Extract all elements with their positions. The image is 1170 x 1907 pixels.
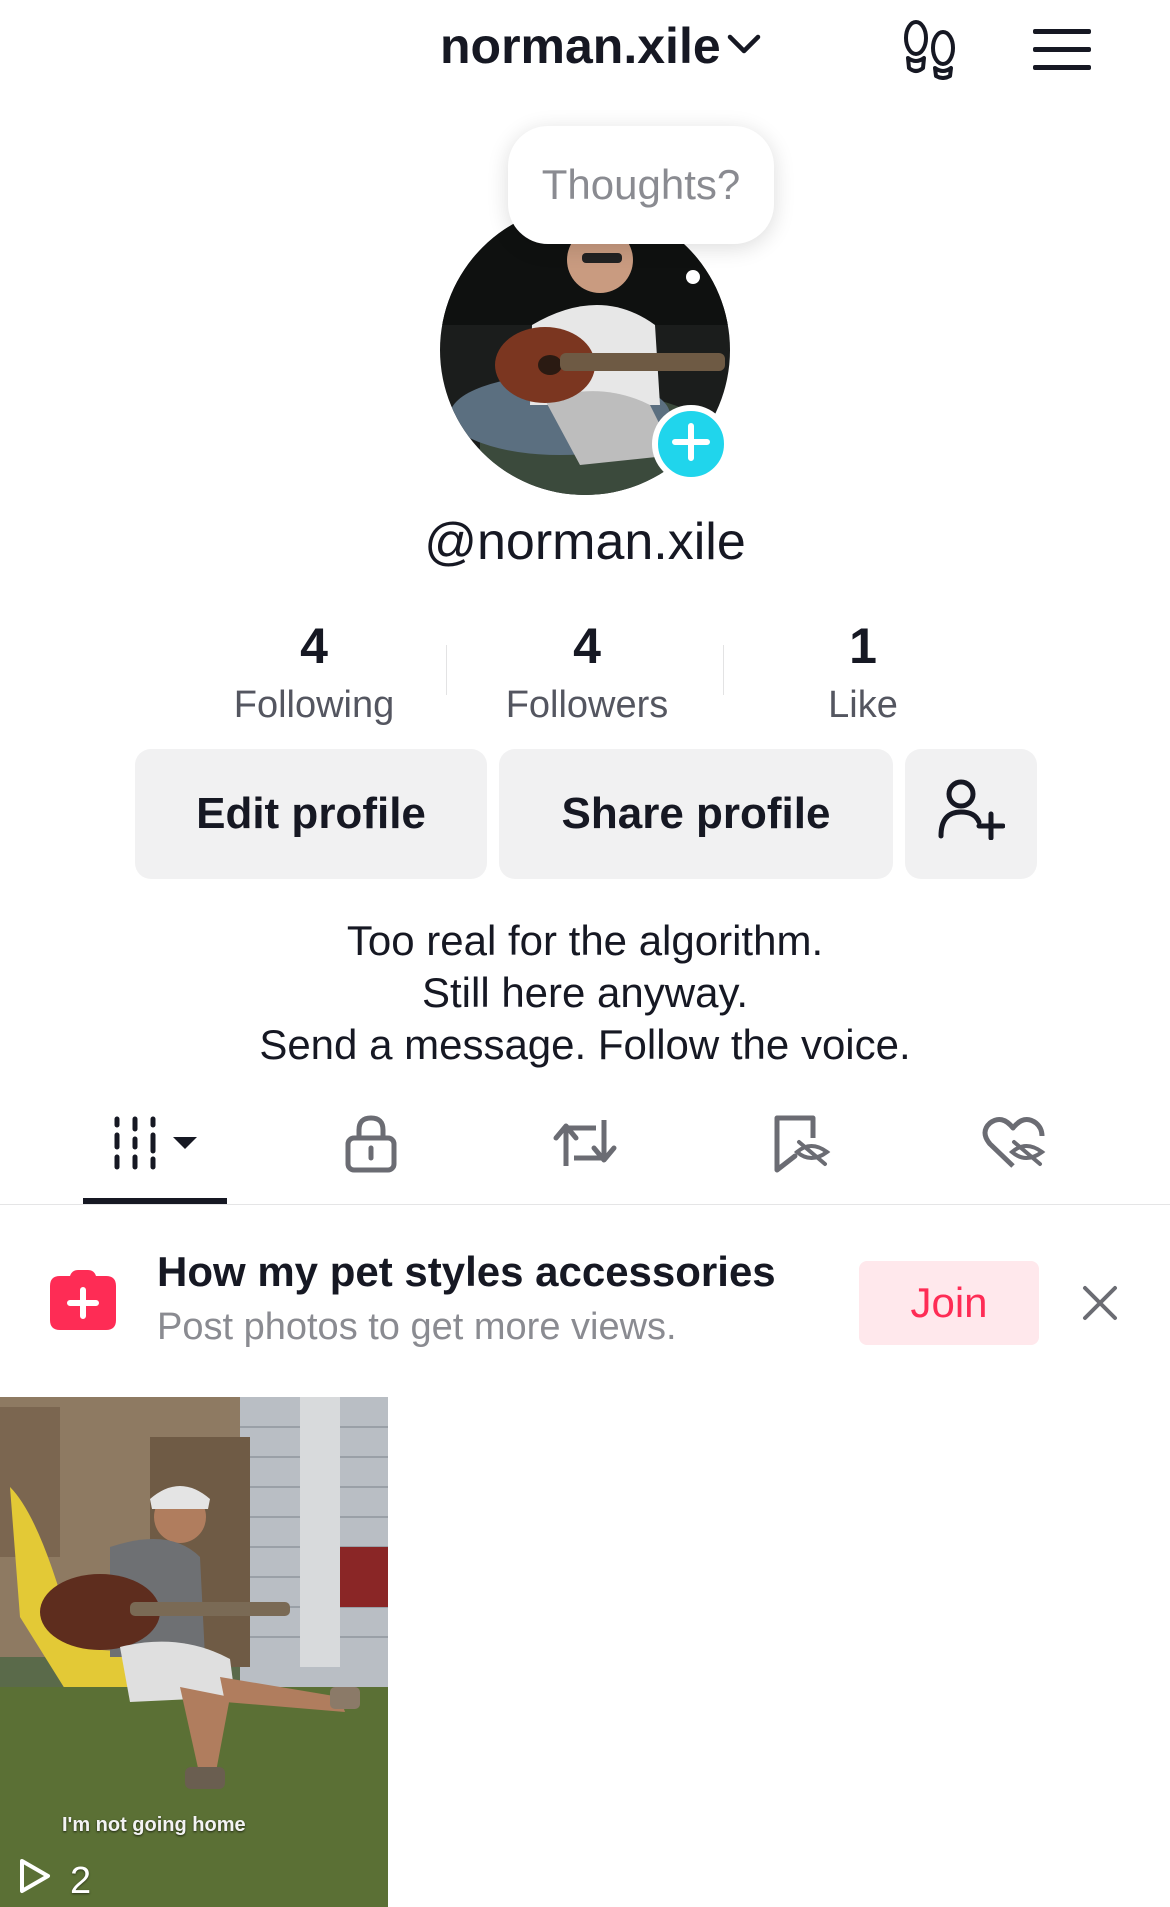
camera-plus-icon [48, 1268, 118, 1332]
add-friends-button[interactable] [905, 749, 1037, 879]
profile-handle: @norman.xile [424, 513, 746, 571]
video-play-count-value: 2 [70, 1859, 92, 1902]
stat-divider [446, 645, 447, 695]
add-friend-icon [937, 778, 1006, 851]
hamburger-menu-icon[interactable] [1030, 20, 1094, 80]
bio-line: Send a message. Follow the voice. [259, 1021, 911, 1068]
chevron-down-icon [727, 32, 761, 61]
grid-bars-icon [105, 1113, 205, 1178]
play-icon [18, 1857, 52, 1905]
tab-liked[interactable] [928, 1105, 1098, 1185]
stat-following-value: 4 [300, 618, 328, 674]
promo-title: How my pet styles accessories [157, 1248, 776, 1295]
stat-following-label: Following [233, 684, 395, 726]
stat-followers[interactable]: 4 Followers [457, 615, 717, 733]
share-profile-button[interactable]: Share profile [499, 749, 893, 879]
bookmark-hidden-icon [769, 1112, 831, 1179]
note-bubble-tail [686, 270, 700, 284]
stat-divider [723, 645, 724, 695]
stat-followers-value: 4 [573, 618, 601, 674]
heart-hidden-icon [980, 1114, 1046, 1177]
profile-bio: Too real for the algorithm. Still here a… [0, 915, 1170, 1071]
stat-followers-label: Followers [505, 684, 669, 726]
footprints-icon[interactable] [895, 14, 965, 84]
close-icon[interactable] [1075, 1276, 1125, 1330]
video-play-count: 2 [18, 1857, 91, 1905]
stat-likes-label: Like [828, 684, 898, 726]
tab-reposts[interactable] [500, 1105, 670, 1185]
note-bubble[interactable]: Thoughts? [508, 126, 774, 244]
bio-line: Too real for the algorithm. [346, 917, 824, 964]
tab-private[interactable] [286, 1105, 456, 1185]
repost-icon [552, 1114, 618, 1177]
video-caption: I'm not going home [62, 1814, 246, 1836]
stat-likes-value: 1 [849, 618, 877, 674]
edit-profile-button[interactable]: Edit profile [135, 749, 487, 879]
header-username: norman.xile [440, 18, 721, 74]
stat-likes[interactable]: 1 Like [733, 615, 993, 733]
tabs-divider [0, 1204, 1170, 1205]
promo-subtitle: Post photos to get more views. [157, 1306, 677, 1348]
stat-following[interactable]: 4 Following [184, 615, 444, 733]
add-story-button[interactable] [652, 405, 730, 483]
bio-line: Still here anyway. [421, 969, 749, 1016]
plus-icon [671, 422, 711, 467]
tab-favorites[interactable] [715, 1105, 885, 1185]
lock-icon [343, 1112, 399, 1179]
username-switcher[interactable]: norman.xile [440, 14, 761, 78]
join-button[interactable]: Join [859, 1261, 1039, 1345]
tab-videos[interactable] [70, 1105, 240, 1185]
